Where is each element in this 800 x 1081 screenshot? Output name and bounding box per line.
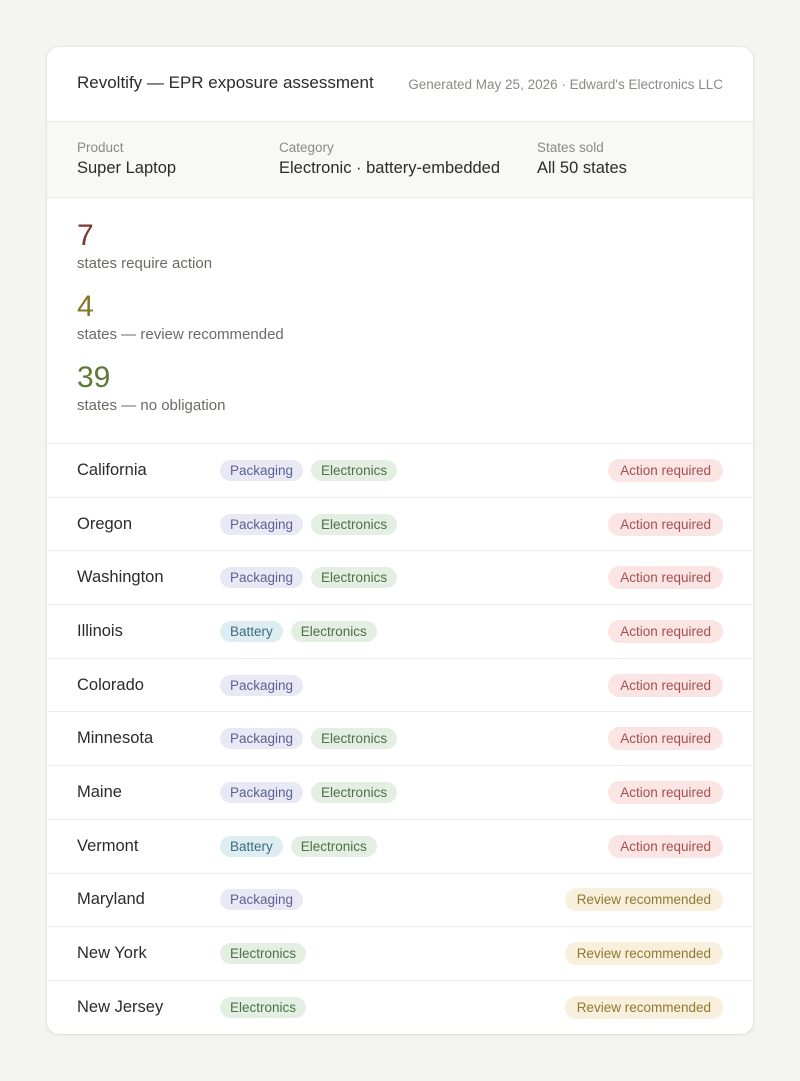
program-tags: Packaging Electronics	[220, 459, 608, 481]
states-sold-value: All 50 states	[537, 159, 627, 177]
status-badge: Action required	[608, 673, 723, 697]
state-name: Washington	[77, 568, 164, 587]
product-label: Product	[77, 140, 124, 155]
program-tag: Electronics	[220, 943, 307, 965]
table-row[interactable]: Washington Packaging Electronics Action req…	[47, 551, 753, 606]
table-row[interactable]: Colorado Packaging Action required	[47, 659, 753, 713]
status-badge: Review recommended	[564, 996, 723, 1020]
program-tag: Packaging	[220, 513, 304, 535]
table-row[interactable]: Maryland Packaging Review recommended	[47, 874, 753, 928]
program-tag: Battery	[220, 620, 283, 642]
none-text: states — no obligation	[77, 397, 226, 414]
status-badge: Action required	[608, 780, 723, 804]
program-tag: Packaging	[220, 567, 304, 589]
product-info-bar: Product Super Laptop Category Electronic…	[47, 122, 753, 198]
state-name: New York	[77, 944, 147, 963]
program-tag: Electronics	[290, 620, 377, 642]
generated-meta: Generated May 25, 2026 · Edward's Electr…	[408, 77, 723, 92]
category-label: Category	[279, 140, 334, 155]
state-name: Vermont	[77, 836, 139, 855]
action-count: 7	[77, 219, 94, 252]
states-sold-field: States sold All 50 states	[537, 140, 627, 178]
program-tags: Battery Electronics	[220, 835, 608, 857]
action-text: states require action	[77, 255, 213, 272]
status-badge: Action required	[608, 619, 723, 643]
stat-action: 7 states require action	[77, 218, 723, 272]
table-row[interactable]: New York Electronics Review recommended	[47, 927, 753, 981]
program-tags: Packaging Electronics	[220, 728, 608, 750]
table-row[interactable]: Vermont Battery Electronics Action required	[47, 820, 753, 874]
table-row[interactable]: New Jersey Electronics Review recommended	[47, 981, 753, 1034]
summary-section: 7 states require action 4 states — revie…	[47, 198, 753, 444]
program-tag: Electronics	[311, 513, 398, 535]
program-tags: Packaging Electronics	[220, 567, 608, 589]
none-count: 39	[77, 361, 111, 394]
program-tag: Electronics	[311, 781, 398, 803]
state-list: California Packaging Electronics Action req…	[47, 444, 753, 1034]
state-name: Maine	[77, 782, 122, 801]
program-tag: Packaging	[220, 459, 304, 481]
program-tag: Electronics	[220, 997, 307, 1019]
table-row[interactable]: Illinois Battery Electronics Action require…	[47, 605, 753, 659]
status-badge: Action required	[608, 566, 723, 590]
status-badge: Action required	[608, 512, 723, 536]
program-tag: Electronics	[311, 567, 398, 589]
program-tags: Electronics	[220, 943, 565, 965]
stat-review: 4 states — review recommended	[77, 289, 723, 343]
state-name: Oregon	[77, 514, 133, 533]
program-tag: Packaging	[220, 889, 304, 911]
assessment-card: Revoltify — EPR exposure assessment Gene…	[47, 47, 753, 1034]
program-tag: Packaging	[220, 781, 304, 803]
program-tag: Battery	[220, 835, 283, 857]
states-sold-label: States sold	[537, 140, 604, 155]
program-tags: Electronics	[220, 997, 565, 1019]
category-field: Category Electronic · battery-embedded	[279, 140, 500, 178]
table-row[interactable]: Maine Packaging Electronics Action required	[47, 766, 753, 820]
status-badge: Review recommended	[564, 942, 723, 966]
header: Revoltify — EPR exposure assessment Gene…	[47, 47, 753, 122]
table-row[interactable]: Minnesota Packaging Electronics Action requ…	[47, 712, 753, 767]
state-name: Maryland	[77, 890, 145, 909]
review-text: states — review recommended	[77, 326, 284, 343]
program-tags: Packaging	[220, 674, 608, 696]
status-badge: Action required	[608, 727, 723, 751]
table-row[interactable]: Oregon Packaging Electronics Action require…	[47, 498, 753, 552]
table-row[interactable]: California Packaging Electronics Action req…	[47, 444, 753, 498]
product-value: Super Laptop	[77, 159, 177, 177]
program-tags: Packaging	[220, 889, 565, 911]
program-tag: Packaging	[220, 728, 304, 750]
product-field: Product Super Laptop	[77, 140, 176, 178]
status-badge: Action required	[608, 458, 723, 482]
state-name: Illinois	[77, 621, 123, 640]
program-tag: Electronics	[311, 728, 398, 750]
state-name: Colorado	[77, 675, 144, 694]
category-value: Electronic · battery-embedded	[279, 159, 501, 177]
status-badge: Review recommended	[564, 888, 723, 912]
state-name: New Jersey	[77, 998, 164, 1017]
program-tag: Electronics	[311, 459, 398, 481]
program-tags: Packaging Electronics	[220, 781, 608, 803]
state-name: Minnesota	[77, 729, 154, 748]
program-tags: Packaging Electronics	[220, 513, 608, 535]
program-tag: Electronics	[290, 835, 377, 857]
program-tags: Battery Electronics	[220, 620, 608, 642]
page-title: Revoltify — EPR exposure assessment	[77, 73, 374, 92]
state-name: California	[77, 460, 147, 479]
status-badge: Action required	[608, 834, 723, 858]
program-tag: Packaging	[220, 674, 304, 696]
stat-none: 39 states — no obligation	[77, 360, 723, 414]
review-count: 4	[77, 290, 94, 323]
